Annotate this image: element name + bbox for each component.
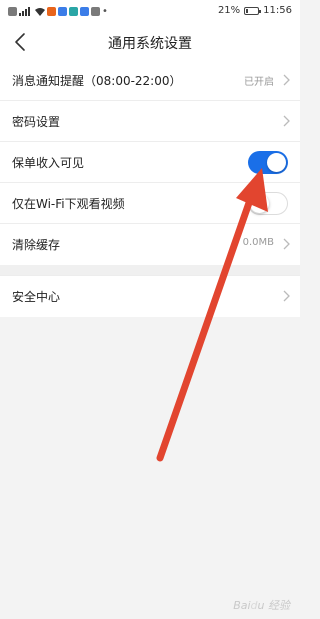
setting-row-policy-income: 保单收入可见 bbox=[0, 142, 300, 183]
setting-row-security[interactable]: 安全中心 bbox=[0, 276, 300, 317]
battery-icon bbox=[244, 6, 262, 15]
section-divider bbox=[0, 265, 300, 276]
app-notification-icon-5 bbox=[91, 7, 100, 16]
clock: 11:56 bbox=[263, 5, 292, 16]
wifi-video-label: 仅在Wi-Fi下观看视频 bbox=[12, 197, 125, 211]
status-icons-left: • bbox=[8, 6, 108, 17]
setting-row-notification[interactable]: 消息通知提醒（08:00-22:00） 已开启 bbox=[0, 60, 300, 101]
security-label: 安全中心 bbox=[12, 290, 61, 304]
status-icons-right: 21% 11:56 bbox=[218, 5, 292, 16]
wifi-video-toggle[interactable] bbox=[248, 192, 288, 215]
notification-label: 消息通知提醒（08:00-22:00） bbox=[12, 74, 182, 88]
app-notification-icon-2 bbox=[58, 7, 67, 16]
more-notifications-icon: • bbox=[102, 6, 108, 17]
chevron-right-icon bbox=[283, 115, 290, 127]
chevron-right-icon bbox=[283, 290, 290, 302]
policy-income-label: 保单收入可见 bbox=[12, 156, 85, 170]
app-notification-icon-3 bbox=[69, 7, 78, 16]
status-bar: • 21% 11:56 bbox=[0, 0, 300, 24]
notification-status: 已开启 bbox=[244, 77, 274, 88]
nav-header: 通用系统设置 bbox=[0, 24, 300, 60]
app-notification-icon bbox=[47, 7, 56, 16]
signal-icon bbox=[19, 7, 30, 16]
app-notification-icon-4 bbox=[80, 7, 89, 16]
toggle-knob bbox=[250, 194, 269, 213]
battery-percent: 21% bbox=[217, 5, 241, 16]
clear-cache-label: 清除缓存 bbox=[12, 238, 61, 252]
password-label: 密码设置 bbox=[12, 115, 61, 129]
policy-income-toggle[interactable] bbox=[248, 151, 288, 174]
settings-list: 消息通知提醒（08:00-22:00） 已开启 密码设置 保单收入可见 仅在Wi… bbox=[0, 60, 300, 317]
chevron-right-icon bbox=[283, 74, 290, 86]
setting-row-wifi-video: 仅在Wi-Fi下观看视频 bbox=[0, 183, 300, 224]
page-title: 通用系统设置 bbox=[108, 36, 192, 52]
setting-row-password[interactable]: 密码设置 bbox=[0, 101, 300, 142]
battery-level bbox=[246, 8, 249, 13]
chevron-right-icon bbox=[283, 238, 290, 250]
wifi-icon bbox=[35, 8, 45, 16]
watermark-logo: Baidu 经验 bbox=[233, 599, 290, 612]
toggle-knob bbox=[267, 153, 286, 172]
cache-size: 0.0MB bbox=[242, 237, 274, 248]
setting-row-clear-cache[interactable]: 清除缓存 0.0MB bbox=[0, 224, 300, 265]
hd-icon bbox=[8, 7, 17, 16]
